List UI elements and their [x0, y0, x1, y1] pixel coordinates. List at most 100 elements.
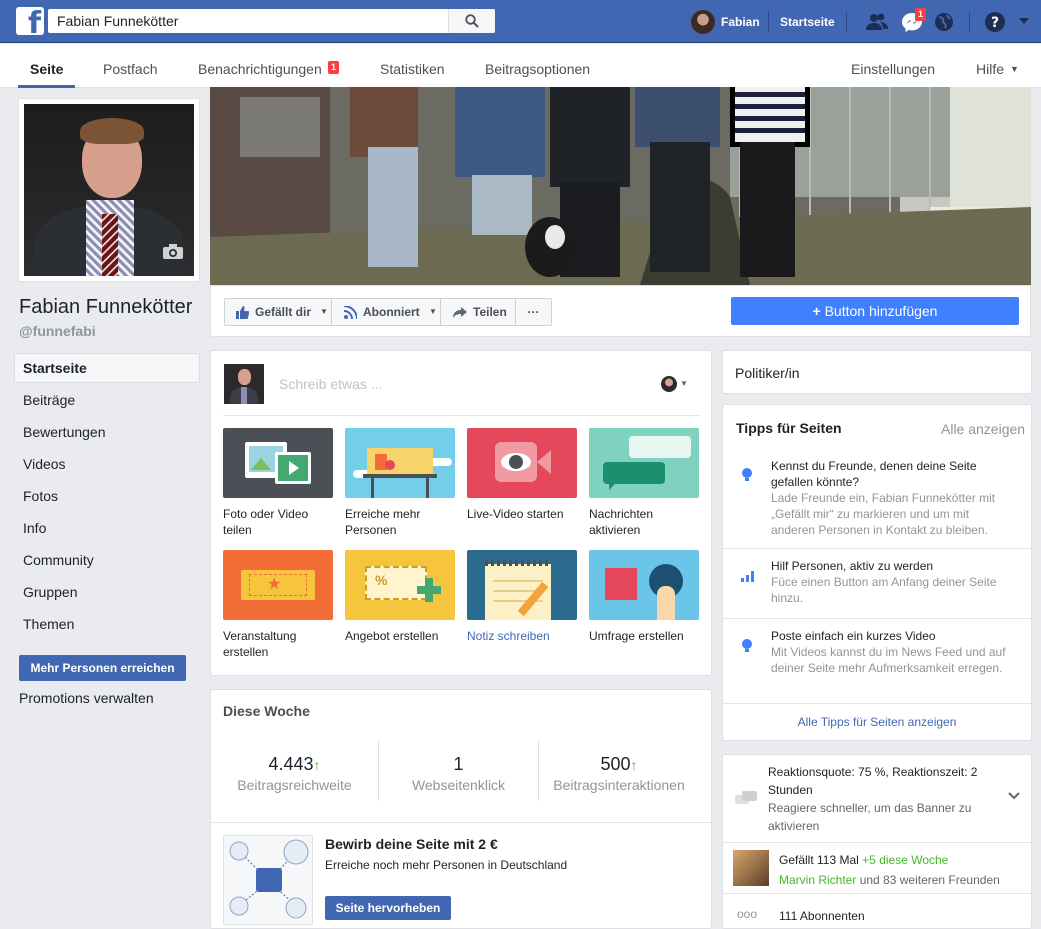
likes-weekly: +5 diese Woche	[862, 853, 949, 867]
stat-value: 4.443	[268, 754, 314, 774]
svg-text:?: ?	[991, 15, 999, 31]
user-avatar[interactable]	[691, 10, 715, 34]
tile-label[interactable]: Nachrichten aktivieren	[589, 506, 699, 538]
share-button[interactable]: Teilen	[440, 298, 516, 326]
stat-label: Beitragsinteraktionen	[553, 777, 685, 793]
likes-count: Gefällt 113 Mal	[779, 853, 859, 867]
page-title: Fabian Funnekötter	[19, 296, 193, 318]
composer-card: Schreib etwas ... ▼ Foto oder Video teil…	[210, 350, 712, 676]
globe-notifications-icon[interactable]	[933, 11, 957, 33]
response-text: Reagiere schneller, um das Banner zu akt…	[768, 801, 972, 833]
tile-label[interactable]: Umfrage erstellen	[589, 628, 699, 644]
left-nav-item-topics[interactable]: Themen	[23, 616, 74, 632]
facebook-logo-icon[interactable]: f	[16, 7, 44, 35]
divider	[723, 893, 1031, 894]
tile-label[interactable]: Veranstaltung erstellen	[223, 628, 333, 660]
search-button[interactable]	[448, 9, 495, 33]
tip-description: Füce einen Button am Anfang deiner Seite…	[771, 575, 997, 605]
tile-messages[interactable]	[589, 428, 699, 498]
page-category[interactable]: Politiker/in	[735, 365, 800, 381]
divider	[211, 822, 711, 823]
tile-label[interactable]: Angebot erstellen	[345, 628, 455, 644]
tab-page[interactable]: Seite	[30, 61, 63, 77]
tab-inbox[interactable]: Postfach	[103, 61, 157, 77]
share-label: Teilen	[473, 305, 507, 319]
left-nav-item-groups[interactable]: Gruppen	[23, 584, 77, 600]
caret-down-icon[interactable]: ▼	[680, 379, 688, 388]
tip-item[interactable]: Poste einfach ein kurzes Video Mit Video…	[771, 628, 1006, 676]
composer-input[interactable]: Schreib etwas ...	[279, 376, 383, 392]
more-options-button[interactable]: ···	[515, 298, 552, 326]
divider	[723, 703, 1031, 704]
left-nav-item-reviews[interactable]: Bewertungen	[23, 424, 106, 440]
divider	[846, 12, 847, 32]
follow-button[interactable]: Abonniert ▼	[331, 298, 441, 326]
tab-notifications[interactable]: Benachrichtigungen	[198, 61, 322, 77]
home-link[interactable]: Startseite	[780, 15, 835, 29]
tile-event[interactable]: ★	[223, 550, 333, 620]
left-nav-item-info[interactable]: Info	[23, 520, 46, 536]
tile-label[interactable]: Notiz schreiben	[467, 628, 577, 644]
tile-label[interactable]: Live-Video starten	[467, 506, 577, 522]
help-icon[interactable]: ?	[984, 11, 1008, 33]
left-nav-item-photos[interactable]: Fotos	[23, 488, 58, 504]
tab-publishing-tools[interactable]: Beitragsoptionen	[485, 61, 590, 77]
camera-icon[interactable]	[162, 243, 184, 263]
followers-count[interactable]: 111 Abonnenten	[779, 909, 865, 923]
tab-insights[interactable]: Statistiken	[380, 61, 445, 77]
search-icon	[465, 14, 479, 28]
tile-offer[interactable]: %	[345, 550, 455, 620]
like-label: Gefällt dir	[255, 305, 312, 319]
account-menu-chevron-icon[interactable]	[1017, 14, 1041, 36]
profile-link[interactable]: Fabian	[721, 15, 760, 29]
left-nav-item-community[interactable]: Community	[23, 552, 94, 568]
manage-promotions-link[interactable]: Promotions verwalten	[19, 690, 154, 706]
reach-more-people-button[interactable]: Mehr Personen erreichen	[19, 655, 186, 681]
search-input[interactable]: Fabian Funnekötter	[57, 13, 178, 29]
friend-link[interactable]: Marvin Richter	[779, 873, 856, 887]
page-likes: Gefällt 113 Mal +5 diese Woche Marvin Ri…	[779, 850, 1000, 890]
like-button[interactable]: Gefällt dir ▼	[224, 298, 332, 326]
tip-item[interactable]: Hilf Personen, aktiv zu werden Füce eine…	[771, 558, 1006, 606]
friend-requests-icon[interactable]	[865, 11, 889, 33]
left-nav-item-posts[interactable]: Beiträge	[23, 392, 75, 408]
tips-see-all-link[interactable]: Alle anzeigen	[941, 421, 1025, 437]
left-nav-item-home[interactable]: Startseite	[23, 360, 87, 376]
chevron-down-icon[interactable]	[1008, 789, 1020, 803]
chevron-down-icon[interactable]: ▼	[1010, 64, 1019, 74]
tip-item[interactable]: Kennst du Freunde, denen deine Seite gef…	[771, 458, 1006, 538]
tip-description: Mit Videos kannst du im News Feed und au…	[771, 645, 1006, 675]
stat-website-clicks[interactable]: 1 Webseitenklick	[379, 754, 538, 793]
promote-title: Bewirb deine Seite mit 2 €	[325, 836, 498, 852]
tile-label[interactable]: Foto oder Video teilen	[223, 506, 333, 538]
tab-settings[interactable]: Einstellungen	[851, 61, 935, 77]
follow-label: Abonniert	[363, 305, 420, 319]
tile-note[interactable]	[467, 550, 577, 620]
top-bar: f Fabian Funnekötter Fabian Startseite 1…	[0, 0, 1041, 43]
tile-live-video[interactable]	[467, 428, 577, 498]
add-button[interactable]: + Button hinzufügen	[731, 297, 1019, 325]
all-tips-link[interactable]: Alle Tipps für Seiten anzeigen	[723, 715, 1031, 729]
post-as-avatar[interactable]	[661, 376, 677, 392]
lightbulb-icon	[741, 638, 753, 657]
trend-up-icon: ↑	[630, 757, 638, 773]
page-username[interactable]: @funnefabi	[19, 323, 96, 339]
composer-avatar	[224, 364, 264, 404]
stat-engagement[interactable]: 500↑ Beitragsinteraktionen	[539, 754, 699, 793]
this-week-card: Diese Woche 4.443↑ Beitragsreichweite 1 …	[210, 689, 712, 929]
tile-poll[interactable]	[589, 550, 699, 620]
page-stats-card: Reaktionsquote: 75 %, Reaktionszeit: 2 S…	[722, 754, 1032, 929]
friend-avatar[interactable]	[733, 850, 769, 886]
search-bar[interactable]: Fabian Funnekötter	[48, 9, 495, 33]
tile-boost[interactable]	[345, 428, 455, 498]
stat-reach[interactable]: 4.443↑ Beitragsreichweite	[211, 754, 378, 793]
category-card: Politiker/in	[722, 350, 1032, 394]
notifications-badge: 1	[328, 61, 340, 74]
tile-photo-video[interactable]	[223, 428, 333, 498]
cover-photo[interactable]	[210, 87, 1031, 285]
left-nav-item-videos[interactable]: Videos	[23, 456, 66, 472]
bar-chart-icon	[741, 570, 755, 585]
tab-help[interactable]: Hilfe	[976, 61, 1004, 77]
boost-page-button[interactable]: Seite hervorheben	[325, 896, 451, 920]
tile-label[interactable]: Erreiche mehr Personen	[345, 506, 455, 538]
